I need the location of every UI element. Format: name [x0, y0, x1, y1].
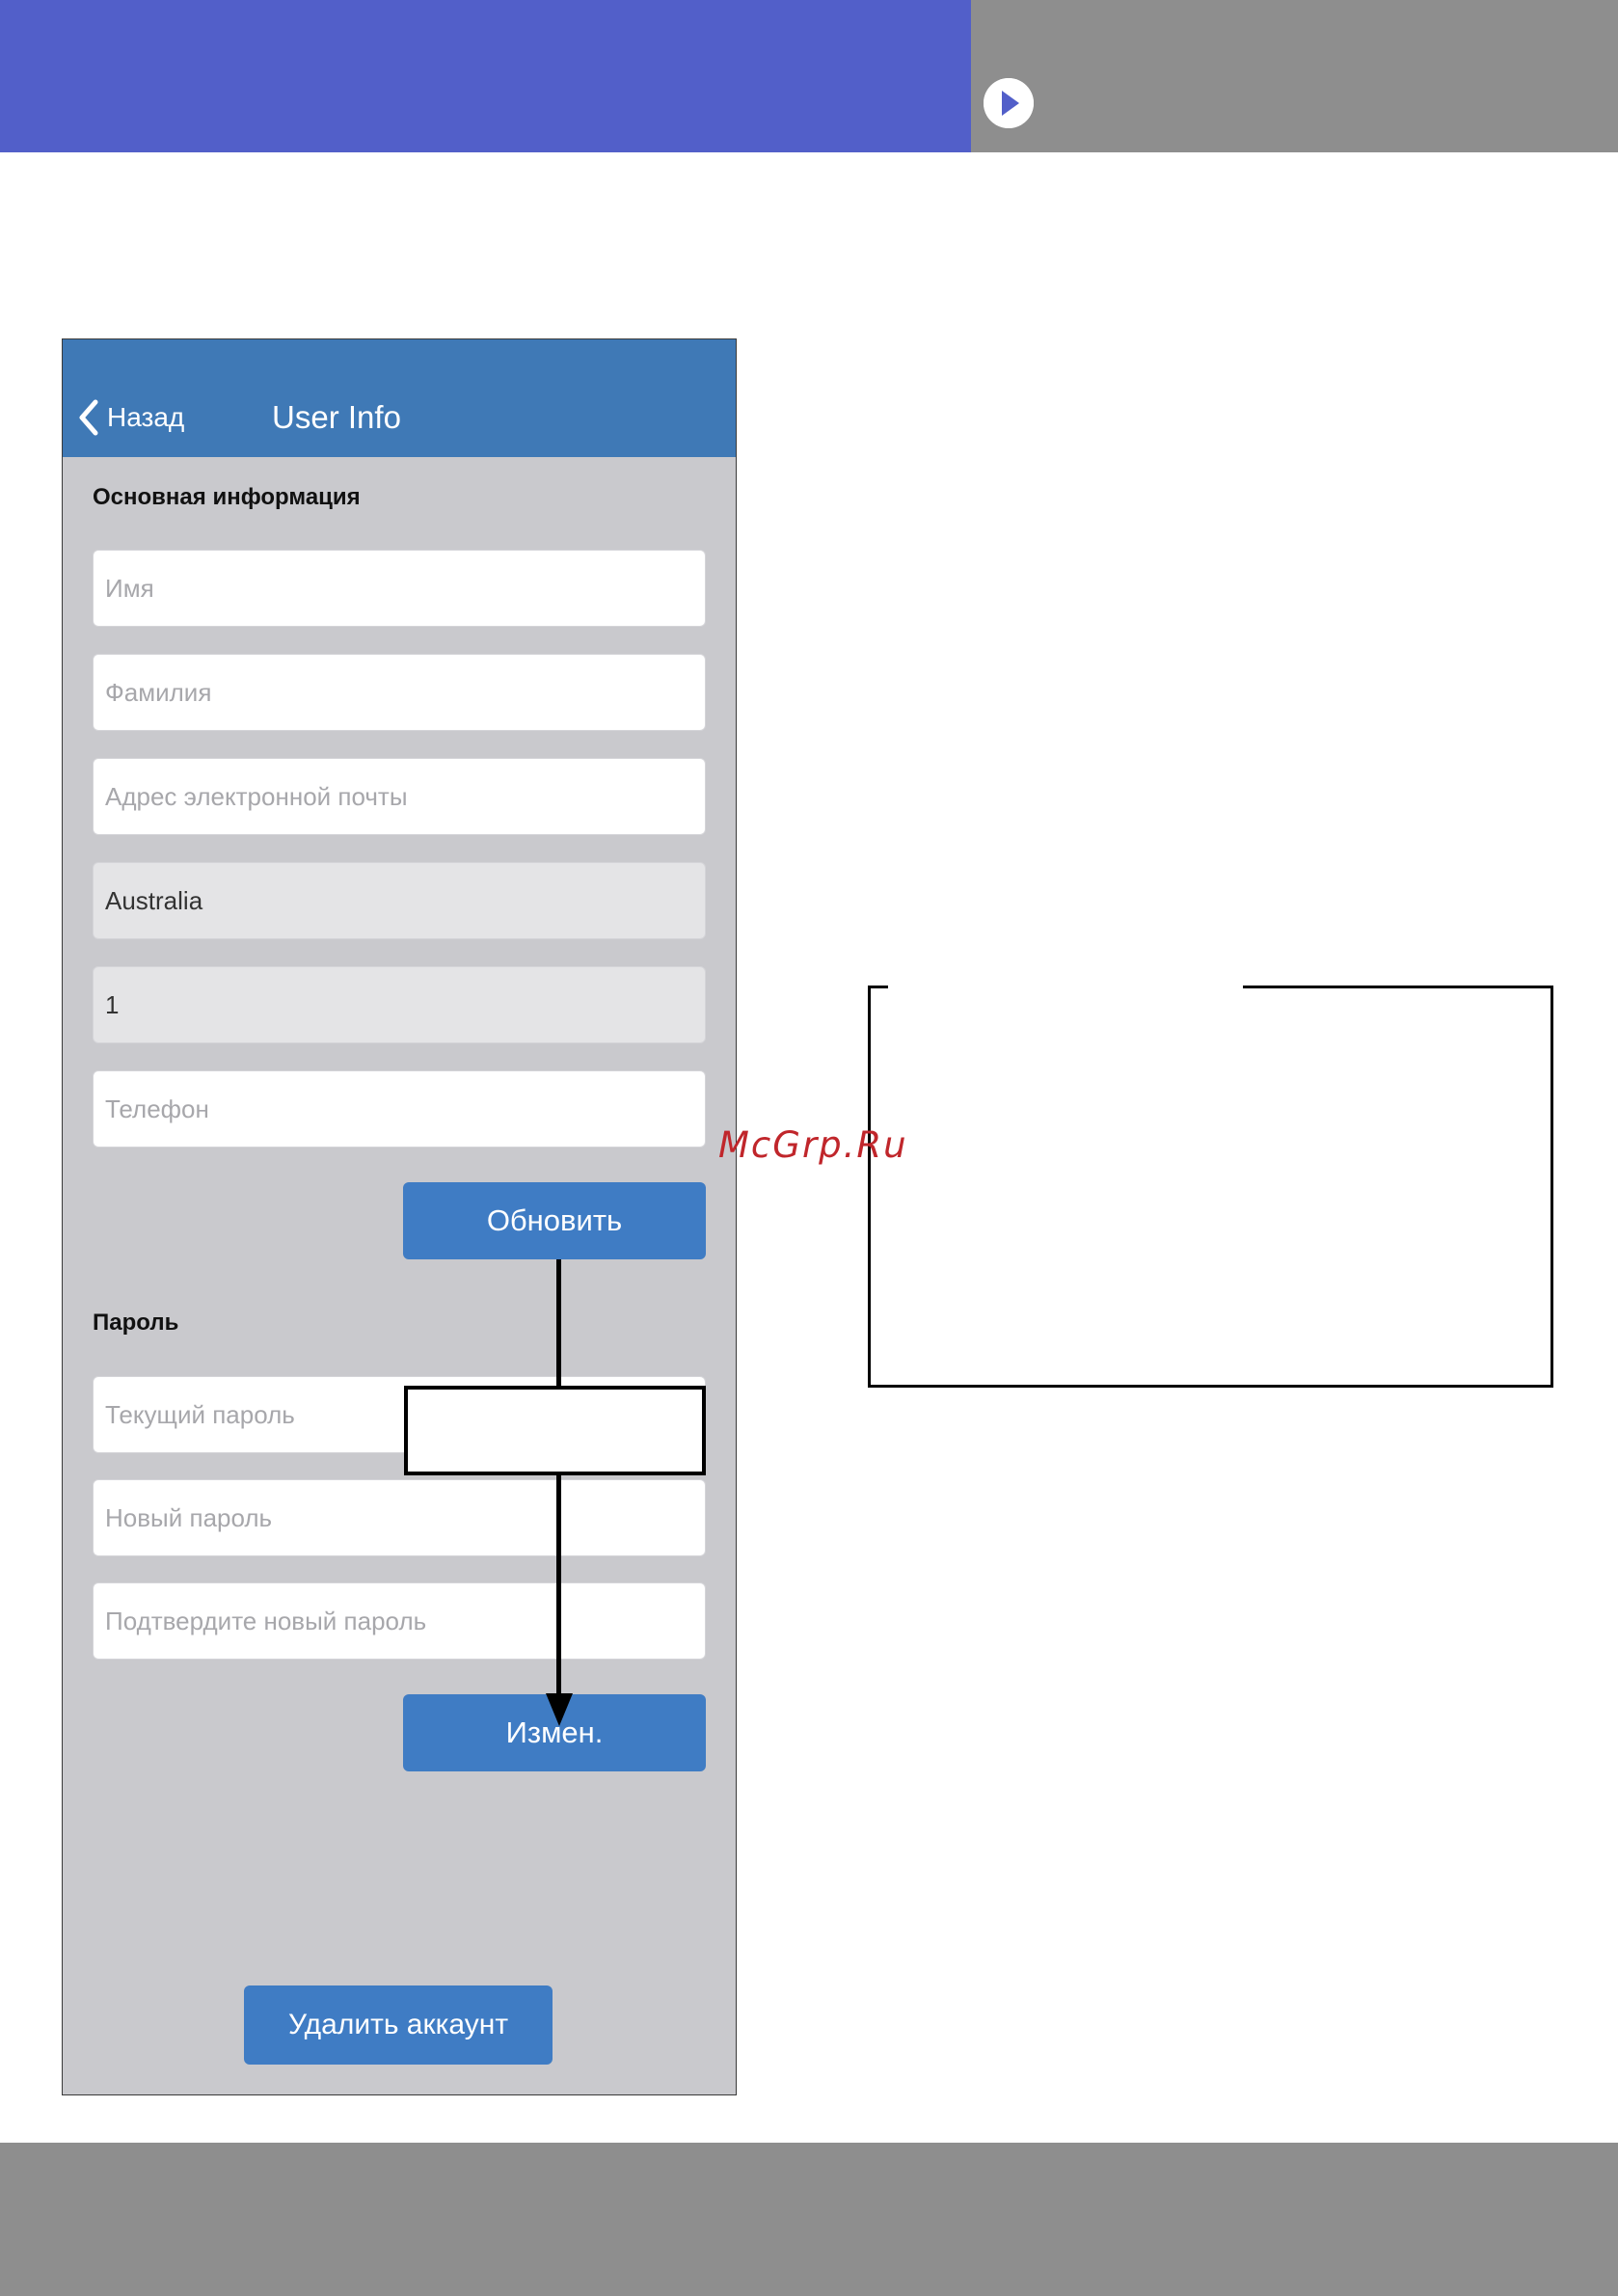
watermark: McGrp.Ru: [718, 1124, 908, 1166]
page-header-gray-band: [971, 0, 1618, 152]
callout-arrow-down-icon: [546, 1693, 573, 1726]
play-icon-graphic: [984, 78, 1034, 128]
password-section-title: Пароль: [93, 1310, 179, 1336]
page-footer-gray-band: [0, 2143, 1618, 2296]
info-box: [868, 986, 1553, 1388]
last-name-input[interactable]: [93, 654, 706, 731]
confirm-password-input[interactable]: [93, 1582, 706, 1660]
country-code-field[interactable]: 1: [93, 966, 706, 1043]
new-password-input[interactable]: [93, 1479, 706, 1556]
info-box-top-gap: [888, 982, 1243, 991]
country-field[interactable]: Australia: [93, 862, 706, 939]
callout-line-top: [556, 1259, 561, 1387]
update-button[interactable]: Обновить: [403, 1182, 706, 1259]
delete-account-button[interactable]: Удалить аккаунт: [244, 1985, 553, 2065]
back-button[interactable]: Назад: [76, 395, 184, 440]
phone-screen: User Info Назад Основная информация Aust…: [62, 338, 737, 2095]
callout-box: [404, 1386, 706, 1475]
back-button-label: Назад: [107, 402, 185, 432]
chevron-left-icon: [79, 399, 98, 436]
callout-line-bottom: [556, 1475, 561, 1697]
basic-info-section-title: Основная информация: [93, 484, 361, 510]
page-header-blue-band: [0, 0, 971, 152]
email-input[interactable]: [93, 758, 706, 835]
play-circle-icon[interactable]: [984, 78, 1034, 128]
phone-input[interactable]: [93, 1070, 706, 1148]
first-name-input[interactable]: [93, 550, 706, 627]
